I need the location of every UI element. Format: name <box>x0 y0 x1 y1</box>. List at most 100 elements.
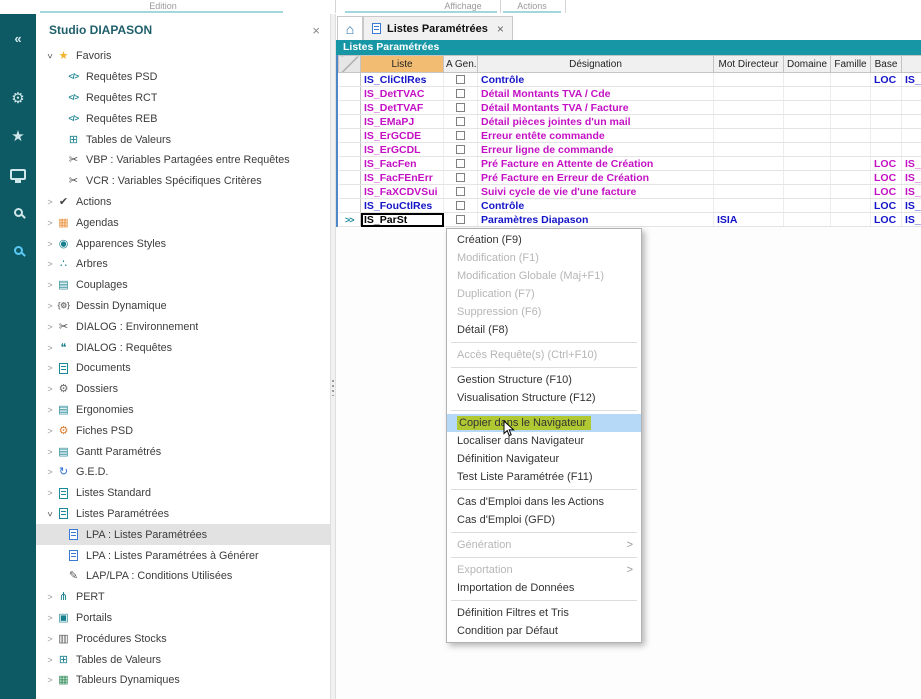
tree-item-requetes-psd[interactable]: </>Requêtes PSD <box>36 67 330 88</box>
cell-base[interactable]: LOC <box>871 213 902 227</box>
cell-famille[interactable] <box>831 143 871 157</box>
cell-liste[interactable]: IS_DetTVAC <box>361 87 444 101</box>
cell-designation[interactable]: Contrôle <box>478 73 714 87</box>
table-row-is-ergcdl[interactable]: IS_ErGCDLErreur ligne de commande <box>339 143 921 157</box>
tree-item-apparences-styles[interactable]: >◉Apparences Styles <box>36 233 330 254</box>
chevron-collapsed-icon[interactable]: > <box>44 655 56 665</box>
table-row-is-dettvac[interactable]: IS_DetTVAC Détail Montants TVA / Cde <box>339 87 921 101</box>
home-tab[interactable]: ⌂ <box>337 16 363 40</box>
chevron-collapsed-icon[interactable]: > <box>44 467 56 477</box>
chevron-collapsed-icon[interactable]: > <box>44 259 56 269</box>
cell-ref[interactable] <box>902 87 921 101</box>
cell-domaine[interactable] <box>784 129 831 143</box>
tree-item-gantt-parametres[interactable]: >▤Gantt Paramétrés <box>36 441 330 462</box>
tree-item-vbp-variables-partagees-entre-requetes[interactable]: ✂VBP : Variables Partagées entre Requête… <box>36 150 330 171</box>
cell-designation[interactable]: Erreur entête commande <box>478 129 714 143</box>
tree-item-favoris[interactable]: >★Favoris <box>36 46 330 67</box>
menu-item-creation-f9[interactable]: Création (F9) <box>447 231 641 249</box>
cell-mot-directeur[interactable] <box>714 73 784 87</box>
column-header-a-gen[interactable]: A Gen. <box>444 56 478 73</box>
cell-mot-directeur[interactable] <box>714 101 784 115</box>
cell-designation[interactable]: Détail Montants TVA / Cde <box>478 87 714 101</box>
cell-famille[interactable] <box>831 171 871 185</box>
column-header-domaine[interactable]: Domaine <box>784 56 831 73</box>
chevron-collapsed-icon[interactable]: > <box>44 218 56 228</box>
cell-base[interactable] <box>871 101 902 115</box>
menu-item-definition-navigateur[interactable]: Définition Navigateur <box>447 450 641 468</box>
tree-item-requetes-reb[interactable]: </>Requêtes REB <box>36 108 330 129</box>
cell-liste[interactable]: IS_FouCtlRes <box>361 199 444 213</box>
table-row-is-facfenerr[interactable]: IS_FacFEnErrPré Facture en Erreur de Cré… <box>339 171 921 185</box>
cell-domaine[interactable] <box>784 185 831 199</box>
chevron-collapsed-icon[interactable]: > <box>44 280 56 290</box>
cell-domaine[interactable] <box>784 101 831 115</box>
tree-item-lpa-listes-parametrees-a-generer[interactable]: LPA : Listes Paramétrées à Générer <box>36 545 330 566</box>
column-header-mot-directeur[interactable]: Mot Directeur <box>714 56 784 73</box>
tree-item-dossiers[interactable]: >⚙Dossiers <box>36 379 330 400</box>
tree-item-documents[interactable]: >Documents <box>36 358 330 379</box>
menu-affichage[interactable]: Affichage <box>444 1 481 11</box>
a-gen-checkbox[interactable] <box>456 145 465 154</box>
cell-ref[interactable] <box>902 143 921 157</box>
tree-item-arbres[interactable]: >∴Arbres <box>36 254 330 275</box>
cell-base[interactable]: LOC <box>871 199 902 213</box>
tree-item-tables-de-valeurs[interactable]: >⊞Tables de Valeurs <box>36 649 330 670</box>
cell-base[interactable] <box>871 87 902 101</box>
a-gen-checkbox[interactable] <box>456 103 465 112</box>
cell-domaine[interactable] <box>784 199 831 213</box>
chevron-expanded-icon[interactable]: > <box>45 508 55 520</box>
tree-item-vcr-variables-specifiques-criteres[interactable]: ✂VCR : Variables Spécifiques Critères <box>36 171 330 192</box>
cell-designation[interactable]: Détail Montants TVA / Facture <box>478 101 714 115</box>
table-row-is-ergcde[interactable]: IS_ErGCDE Erreur entête commande <box>339 129 921 143</box>
menu-item-test-liste-parametree-f11[interactable]: Test Liste Paramétrée (F11) <box>447 468 641 486</box>
chevron-collapsed-icon[interactable]: > <box>44 488 56 498</box>
a-gen-checkbox[interactable] <box>456 173 465 182</box>
cell-designation[interactable]: Paramètres Diapason <box>478 213 714 227</box>
tree-item-agendas[interactable]: >▦Agendas <box>36 212 330 233</box>
tree-item-portails[interactable]: >▣Portails <box>36 608 330 629</box>
tree-item-listes-standard[interactable]: >Listes Standard <box>36 483 330 504</box>
cell-famille[interactable] <box>831 213 871 227</box>
cell-designation[interactable]: Pré Facture en Attente de Création <box>478 157 714 171</box>
column-header-base[interactable]: Base <box>871 56 902 73</box>
table-row-is-facfen[interactable]: IS_FacFenPré Facture en Attente de Créat… <box>339 157 921 171</box>
chevron-collapsed-icon[interactable]: > <box>44 426 56 436</box>
menu-item-gestion-structure-f10[interactable]: Gestion Structure (F10) <box>447 371 641 389</box>
chevron-collapsed-icon[interactable]: > <box>44 405 56 415</box>
chevron-collapsed-icon[interactable]: > <box>44 301 56 311</box>
cell-mot-directeur[interactable] <box>714 129 784 143</box>
chevron-collapsed-icon[interactable]: > <box>44 634 56 644</box>
column-header-liste[interactable]: Liste <box>361 56 444 73</box>
rail-search-button[interactable] <box>0 196 36 228</box>
cell-ref[interactable]: IS_ <box>902 199 921 213</box>
menu-edition[interactable]: Edition <box>149 1 177 11</box>
a-gen-checkbox[interactable] <box>456 75 465 84</box>
tree-item-actions[interactable]: >✔Actions <box>36 192 330 213</box>
tree-item-listes-parametrees[interactable]: >Listes Paramétrées <box>36 504 330 525</box>
cell-base[interactable] <box>871 129 902 143</box>
cell-famille[interactable] <box>831 185 871 199</box>
cell-liste[interactable]: IS_EMaPJ <box>361 115 444 129</box>
chevron-collapsed-icon[interactable]: > <box>44 322 56 332</box>
cell-domaine[interactable] <box>784 115 831 129</box>
cell-ref[interactable] <box>902 101 921 115</box>
table-row-is-faxcdvsui[interactable]: IS_FaXCDVSuiSuivi cycle de vie d'une fac… <box>339 185 921 199</box>
tab-listes-parametrees[interactable]: Listes Paramétrées × <box>363 16 513 40</box>
cell-liste[interactable]: IS_CliCtlRes <box>361 73 444 87</box>
cell-designation[interactable]: Pré Facture en Erreur de Création <box>478 171 714 185</box>
rail-favorites-button[interactable]: ★ <box>0 120 36 152</box>
menu-item-importation-de-donnees[interactable]: Importation de Données <box>447 579 641 597</box>
table-row-is-fouctlres[interactable]: IS_FouCtlResContrôleLOCIS_ <box>339 199 921 213</box>
cell-domaine[interactable] <box>784 73 831 87</box>
tree-item-couplages[interactable]: >▤Couplages <box>36 275 330 296</box>
tree-item-tableurs-dynamiques[interactable]: >▦Tableurs Dynamiques <box>36 670 330 691</box>
cell-famille[interactable] <box>831 73 871 87</box>
cell-domaine[interactable] <box>784 143 831 157</box>
tree-item-tables-de-valeurs[interactable]: ⊞Tables de Valeurs <box>36 129 330 150</box>
cell-ref[interactable]: IS_ <box>902 171 921 185</box>
cell-liste[interactable]: IS_ParSt <box>361 213 444 227</box>
cell-domaine[interactable] <box>784 87 831 101</box>
cell-famille[interactable] <box>831 87 871 101</box>
cell-liste[interactable]: IS_ErGCDE <box>361 129 444 143</box>
menu-item-visualisation-structure-f12[interactable]: Visualisation Structure (F12) <box>447 389 641 407</box>
